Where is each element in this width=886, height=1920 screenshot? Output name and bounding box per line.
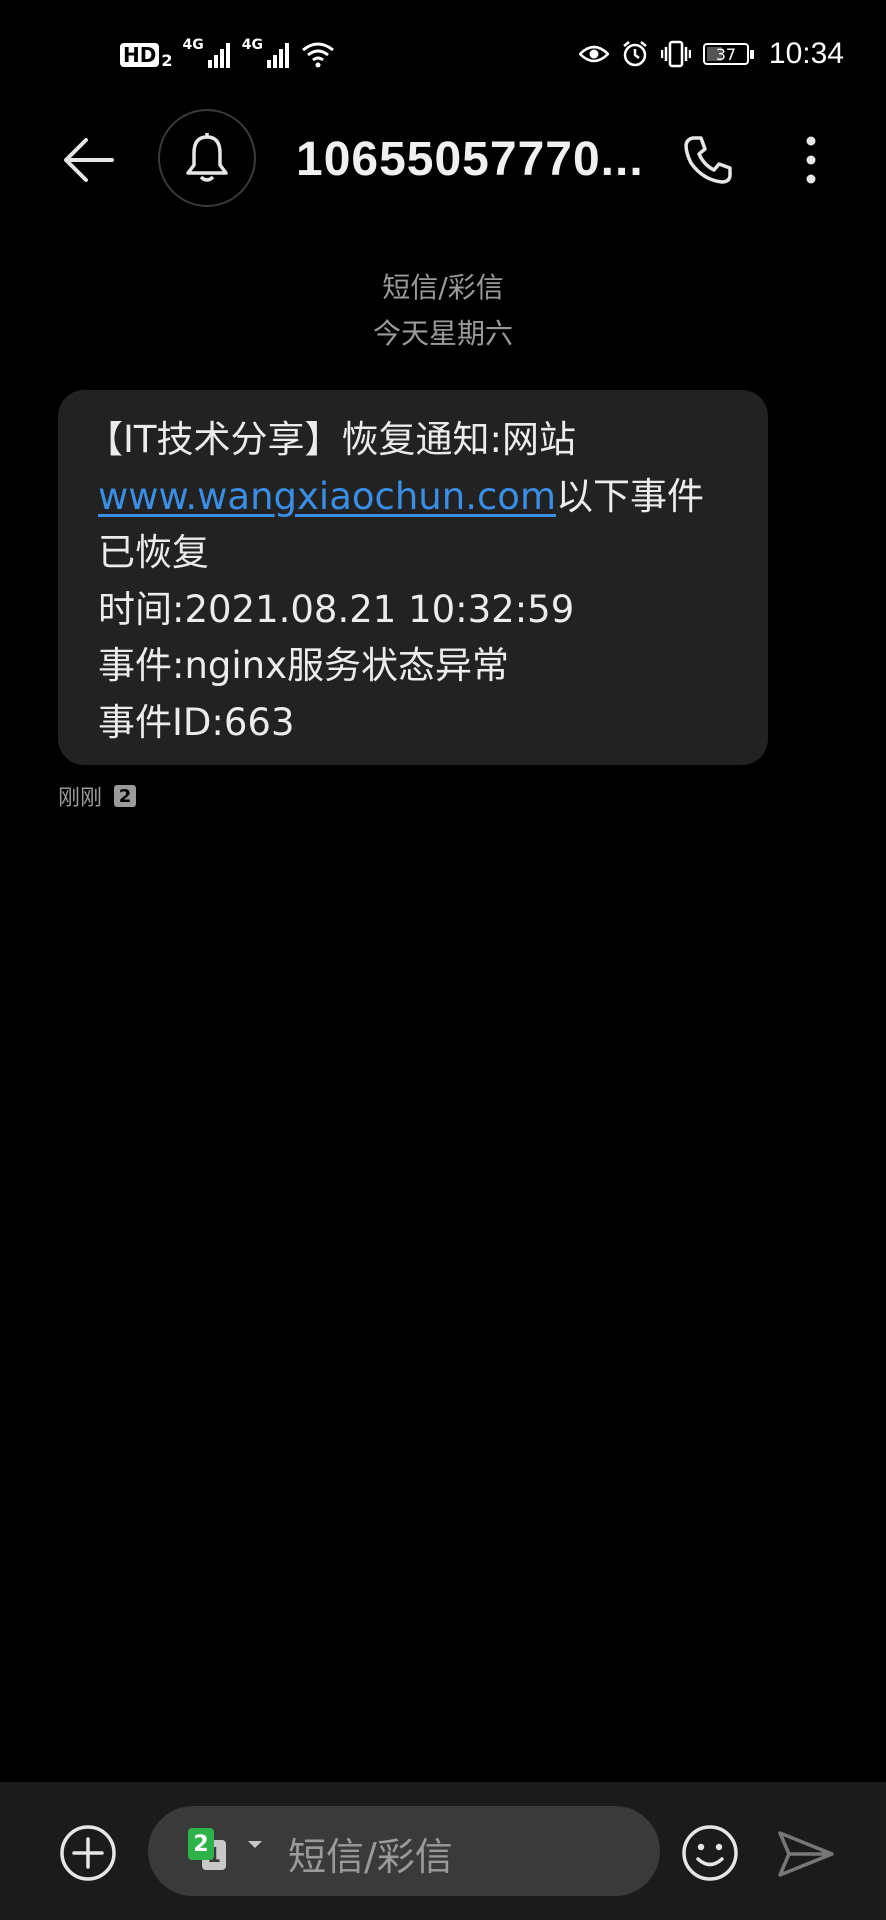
alarm-icon: [623, 41, 647, 67]
back-button[interactable]: [56, 128, 120, 192]
message-meta: 刚刚 2: [58, 780, 137, 812]
hd-sim-index: 2: [161, 50, 173, 70]
sim-switch-button[interactable]: 1 2: [188, 1828, 268, 1874]
sim-primary-icon: 2: [188, 1828, 214, 1860]
emoji-icon: [682, 1825, 738, 1881]
phone-icon: [684, 136, 732, 184]
send-button[interactable]: [774, 1822, 838, 1886]
message-line-4: 时间:2021.08.21 10:32:59: [98, 587, 575, 631]
add-icon: [60, 1825, 116, 1881]
composer-bar: 1 2 短信/彩信: [0, 1782, 886, 1920]
message-line-3: 已恢复: [98, 531, 209, 574]
send-icon: [778, 1831, 834, 1877]
message-line-5: 事件:nginx服务状态异常: [98, 644, 510, 687]
message-input-placeholder: 短信/彩信: [288, 1835, 453, 1879]
message-bubble[interactable]: 【IT技术分享】恢复通知:网站 www.wangxiaochun.com以下事件…: [58, 390, 768, 765]
message-sim-badge: 2: [114, 785, 137, 807]
message-line-2: www.wangxiaochun.com以下事件: [98, 469, 728, 526]
message-time: 刚刚: [58, 786, 103, 811]
message-line-1: 【IT技术分享】恢复通知:网站: [86, 418, 576, 461]
notification-button[interactable]: [158, 109, 256, 207]
call-button[interactable]: [676, 128, 740, 192]
thread-type-label: 短信/彩信: [382, 271, 504, 304]
add-attachment-button[interactable]: [58, 1823, 118, 1883]
signal-icon: [266, 43, 289, 68]
status-left: HD 2 4G 4G: [120, 36, 335, 74]
more-options-button[interactable]: [786, 128, 836, 192]
battery-level: 37: [715, 44, 737, 64]
message-link[interactable]: www.wangxiaochun.com: [98, 475, 556, 518]
status-right: 37 10:34: [578, 34, 844, 74]
conversation-title: 10655057770...: [296, 133, 644, 186]
wifi-icon: [302, 42, 334, 68]
chevron-down-icon: [248, 1841, 262, 1848]
vibrate-icon: [660, 40, 691, 68]
battery-icon: 37: [702, 43, 754, 65]
network-type-2: 4G: [241, 37, 263, 53]
message-line-6: 事件ID:663: [98, 700, 295, 744]
signal-icon: [207, 43, 230, 68]
message-line-2-suffix: 以下事件: [555, 474, 704, 518]
emoji-button[interactable]: [678, 1821, 742, 1885]
back-arrow-icon: [64, 138, 114, 182]
more-vert-icon: [806, 136, 816, 184]
app-bar: 10655057770...: [0, 106, 886, 207]
message-input[interactable]: 1 2 短信/彩信: [148, 1806, 660, 1896]
hd-badge: HD: [120, 43, 160, 67]
bell-icon: [186, 133, 228, 182]
status-bar: HD 2 4G 4G 37 10:34: [0, 0, 886, 110]
thread-date-label: 今天星期六: [372, 317, 513, 350]
status-time: 10:34: [768, 37, 844, 70]
network-type-1: 4G: [182, 37, 204, 53]
eye-icon: [578, 45, 609, 63]
